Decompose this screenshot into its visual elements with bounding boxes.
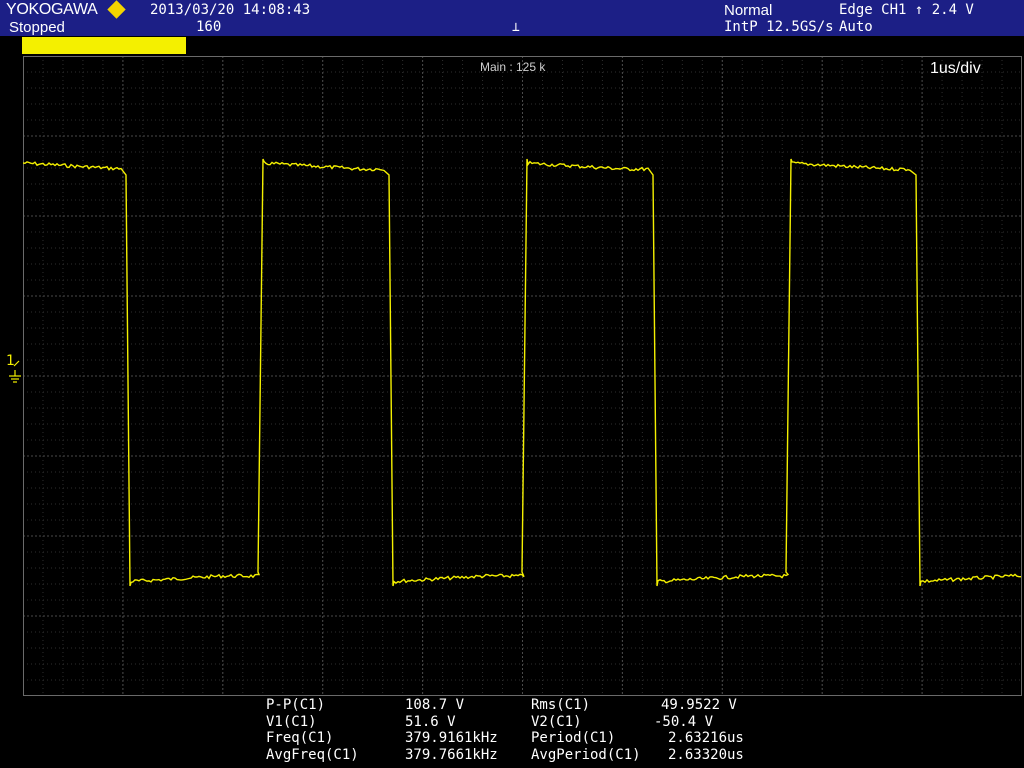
brand-diamond-icon [107,0,126,19]
acquisition-mode: Normal [724,2,773,19]
measurement-row: AvgFreq(C1) 379.7661kHz AvgPeriod(C1) 2.… [266,747,786,764]
status-bar: YOKOGAWA Stopped 2013/03/20 14:08:43 160… [0,0,1024,36]
zoom-label: Main : 125 k [480,60,546,74]
run-state: Stopped [9,19,65,36]
timebase: 1us/div [930,60,981,77]
sample-rate: IntP 12.5GS/s [724,19,834,35]
measurement-label: Rms(C1) [531,697,591,713]
brand-logo: YOKOGAWA [6,1,98,18]
measurement-row: V1(C1) 51.6 V V2(C1) -50.4 V [266,714,786,731]
measurement-row: P-P(C1) 108.7 V Rms(C1) 49.9522 V [266,697,786,714]
trigger-position-icon: ⊥ [512,20,520,35]
measurement-value: 2.63320us [668,746,744,763]
measurement-label: AvgFreq(C1) [266,746,359,763]
channel-1-scale-tag[interactable]: 1 20.0 V/div [22,37,186,70]
measurement-value: 379.7661kHz [405,746,498,763]
measurement-label: V1(C1) [266,713,317,730]
trigger-mode: Auto [839,19,873,35]
acquisition-count: 160 [196,19,222,35]
measurement-label: AvgPeriod(C1) [531,746,641,763]
measurement-label: V2(C1) [531,713,582,730]
measurement-value: 49.9522 V [661,697,737,713]
trigger-source: Edge CH1 ↑ 2.4 V [839,2,974,18]
ground-level-icon: 1 [6,353,21,383]
graticule-major-lines [23,56,1022,696]
measurement-value: 379.9161kHz [405,730,498,746]
svg-text:1: 1 [6,353,15,369]
oscilloscope-screen: YOKOGAWA Stopped 2013/03/20 14:08:43 160… [0,0,1024,768]
graticule [23,56,1022,696]
waveform-display [23,56,1022,696]
measurement-value: 108.7 V [405,697,465,713]
measurement-label: P-P(C1) [266,697,326,713]
measurement-value: 2.63216us [668,730,744,746]
measurement-value: -50.4 V [654,713,714,730]
measurement-row: Freq(C1) 379.9161kHz Period(C1) 2.63216u… [266,730,786,747]
measurement-label: Period(C1) [531,730,616,746]
datetime: 2013/03/20 14:08:43 [150,2,311,18]
measurement-label: Freq(C1) [266,730,334,746]
measurement-panel: P-P(C1) 108.7 V Rms(C1) 49.9522 V V1(C1)… [266,697,786,765]
measurement-value: 51.6 V [405,713,456,730]
